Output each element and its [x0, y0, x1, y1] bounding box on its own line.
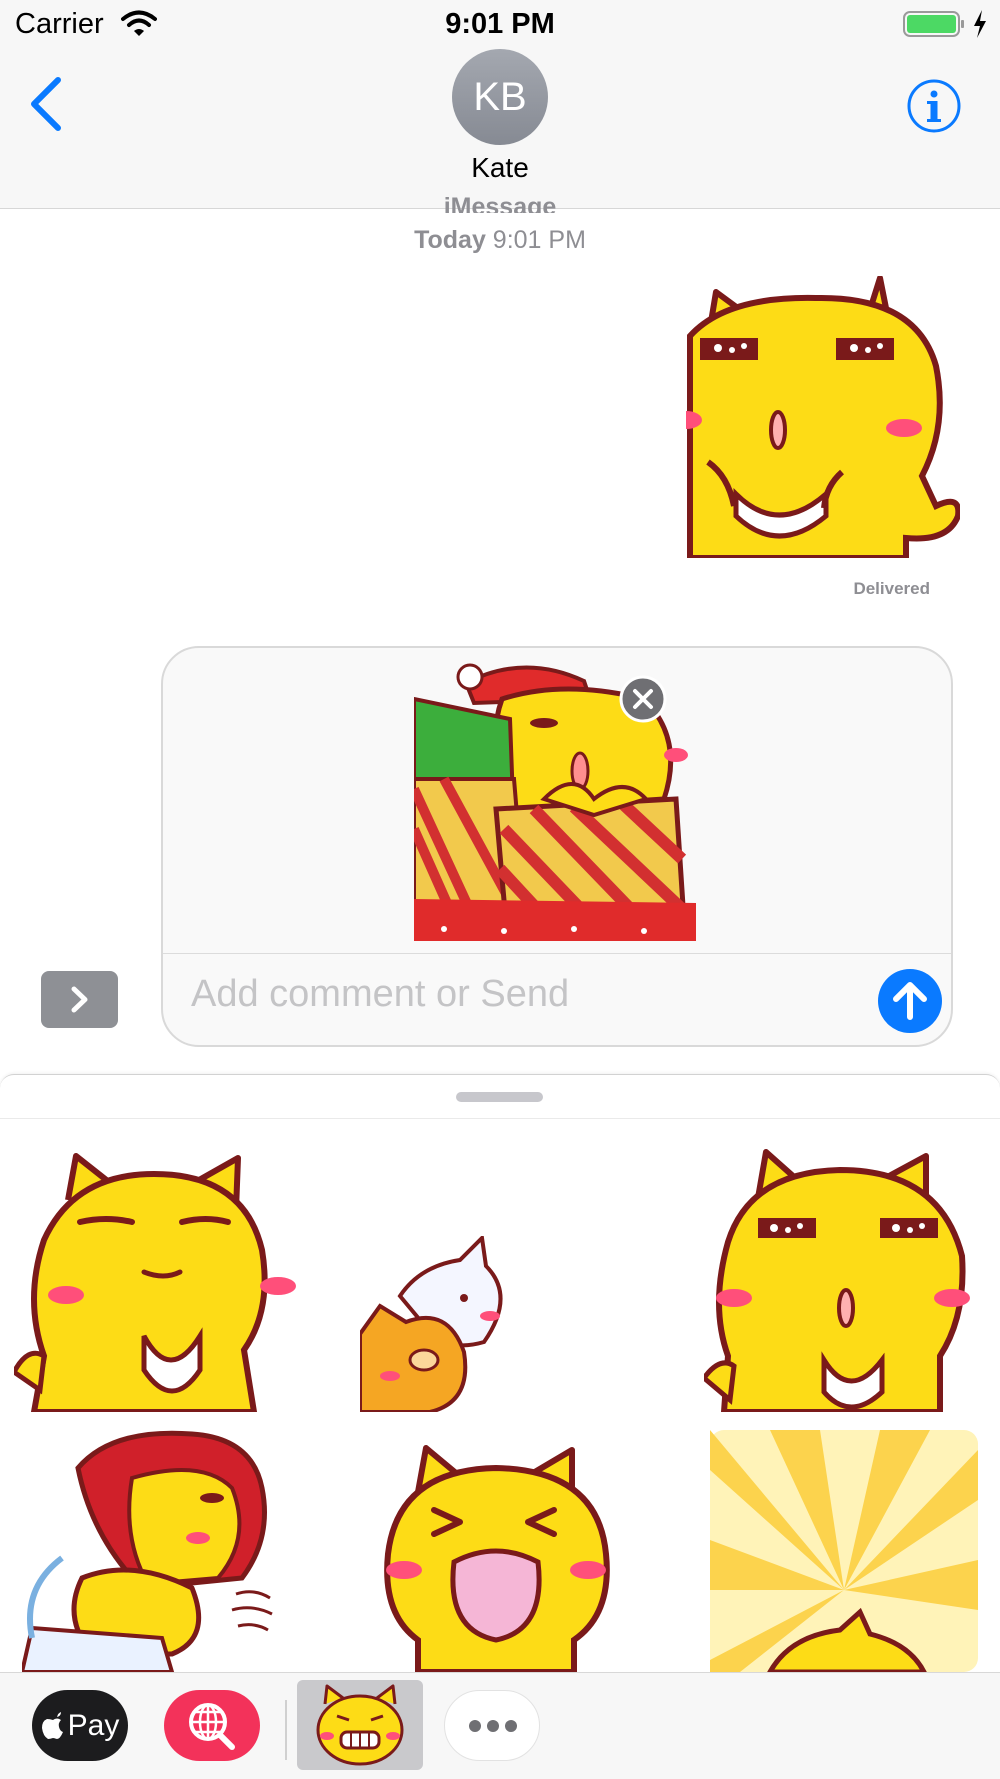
service-label: iMessage — [443, 193, 557, 213]
remove-attachment-icon[interactable] — [619, 675, 667, 723]
grinning-cat-icon — [316, 1684, 404, 1766]
sticker-pack-app[interactable] — [297, 1680, 423, 1770]
drawer-divider — [0, 1118, 1000, 1119]
sticker-calm-cat[interactable] — [14, 1150, 298, 1412]
sticker-two-cats[interactable] — [360, 1236, 520, 1412]
sticker-sunburst-cat[interactable] — [710, 1430, 978, 1672]
apple-logo-icon — [41, 1711, 63, 1739]
contact-avatar[interactable]: KB — [452, 49, 548, 145]
apple-pay-app[interactable]: Pay — [32, 1690, 128, 1761]
up-arrow-icon — [893, 982, 927, 1020]
back-chevron-icon[interactable] — [26, 76, 66, 132]
contact-name[interactable]: Kate — [0, 152, 1000, 184]
sticker-laughing-cat[interactable] — [378, 1444, 614, 1672]
ellipsis-icon — [469, 1720, 517, 1732]
chevron-right-icon — [71, 986, 88, 1013]
more-apps-button[interactable] — [444, 1690, 540, 1761]
sticker-surprised-cat[interactable] — [704, 1146, 974, 1412]
message-timestamp: Today 9:01 PM — [0, 226, 1000, 255]
app-strip-separator — [285, 1700, 287, 1760]
timestamp-time: 9:01 PM — [492, 226, 586, 254]
drawer-grabber[interactable] — [456, 1092, 543, 1102]
timestamp-day: Today — [414, 226, 486, 254]
compose-divider — [163, 953, 951, 954]
status-time: 9:01 PM — [445, 8, 555, 40]
battery-icon — [903, 11, 964, 37]
sticker-hooded-cat[interactable] — [22, 1428, 290, 1672]
delivery-status: Delivered — [853, 579, 930, 598]
expand-apps-button[interactable] — [41, 971, 118, 1028]
sent-sticker-surprised-cat[interactable] — [686, 276, 960, 558]
web-images-app[interactable] — [164, 1690, 260, 1761]
info-icon[interactable] — [906, 78, 962, 134]
charging-bolt-icon — [974, 10, 986, 38]
apple-pay-label: Pay — [67, 1708, 120, 1742]
message-input[interactable]: Add comment or Send — [191, 973, 569, 1016]
send-button[interactable] — [878, 969, 942, 1033]
globe-search-icon — [189, 1703, 235, 1750]
